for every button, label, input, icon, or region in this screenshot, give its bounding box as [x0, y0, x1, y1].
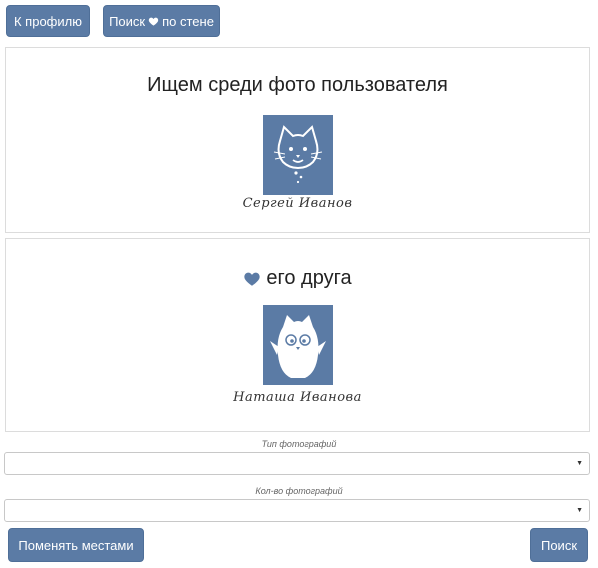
search-button[interactable]: Поиск — [530, 528, 588, 562]
user-panel-title: Ищем среди фото пользователя — [147, 74, 448, 96]
friend-panel-title-text: его друга — [266, 267, 352, 289]
search-wall-button[interactable]: Поиск по стене — [103, 5, 220, 37]
to-profile-button[interactable]: К профилю — [6, 5, 90, 37]
friend-avatar[interactable] — [262, 305, 333, 385]
search-wall-prefix: Поиск — [109, 13, 146, 29]
user-avatar[interactable] — [262, 115, 333, 195]
to-profile-label: К профилю — [14, 13, 82, 29]
friend-panel-title: его друга — [6, 267, 589, 290]
photo-count-select[interactable]: ▼ — [4, 499, 590, 522]
heart-icon — [244, 272, 261, 286]
heart-icon — [148, 16, 159, 27]
photo-type-select[interactable]: ▼ — [4, 452, 590, 475]
cat-face-icon — [273, 125, 322, 184]
friend-panel: его друга Наташа Иванова — [5, 238, 590, 432]
user-name: Сергей Иванов — [242, 196, 353, 211]
search-wall-suffix: по стене — [162, 13, 214, 29]
swap-label: Поменять местами — [18, 537, 134, 553]
swap-button[interactable]: Поменять местами — [8, 528, 144, 562]
photo-type-label: Тип фотографий — [261, 439, 337, 449]
friend-name: Наташа Иванова — [233, 390, 362, 405]
dropdown-arrow-icon: ▼ — [576, 460, 583, 467]
owl-cat-icon — [269, 315, 326, 378]
user-panel: Ищем среди фото пользователя Сергей Иван… — [5, 47, 590, 233]
dropdown-arrow-icon: ▼ — [576, 507, 583, 514]
photo-count-label: Кол-во фотографий — [255, 486, 343, 496]
search-label: Поиск — [540, 537, 578, 553]
